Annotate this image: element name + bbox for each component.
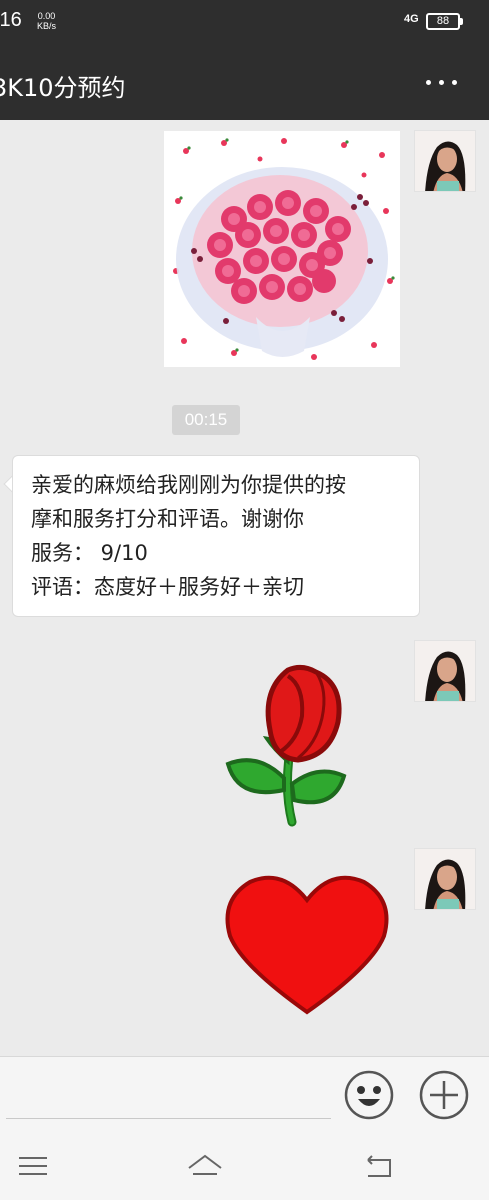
menu-icon [19, 1157, 47, 1175]
red-heart-icon[interactable] [222, 870, 392, 1020]
plus-circle-icon [419, 1070, 469, 1120]
emoji-button[interactable] [343, 1069, 395, 1121]
page-title: 3K10分预约 [0, 74, 126, 102]
chat-header: 3K10分预约 [0, 44, 489, 120]
message-line: 亲爱的麻烦给我刚刚为你提供的按 [31, 473, 346, 497]
system-nav-bar [0, 1136, 489, 1200]
battery-icon: 88 [426, 13, 460, 30]
avatar[interactable] [414, 848, 476, 910]
menu-button[interactable] [13, 1150, 53, 1184]
avatar[interactable] [414, 640, 476, 702]
message-line: 摩和服务打分和评语。谢谢你 [31, 507, 304, 531]
input-bar [0, 1056, 489, 1136]
network-type: 4G [404, 13, 419, 25]
status-time: :16 [0, 9, 22, 31]
message-line: 评语：态度好＋服务好＋亲切 [31, 575, 304, 599]
back-button[interactable] [358, 1150, 398, 1184]
home-button[interactable] [185, 1150, 225, 1184]
message-timestamp: 00:15 [172, 405, 240, 435]
chat-area[interactable]: 00:15 亲爱的麻烦给我刚刚为你提供的按 摩和服务打分和评语。谢谢你 服务： … [0, 120, 489, 1056]
status-bar: :16 0.00 KB/s 4G 88 [0, 0, 489, 44]
message-line: 服务： 9/10 [31, 541, 148, 565]
red-rose-icon[interactable] [218, 660, 358, 830]
emoji-smile-icon [344, 1070, 394, 1120]
message-input[interactable] [6, 1067, 331, 1119]
home-icon [188, 1154, 222, 1175]
network-speed: 0.00 KB/s [37, 11, 56, 31]
battery-tip [460, 18, 463, 25]
avatar[interactable] [414, 130, 476, 192]
network-speed-unit: KB/s [37, 21, 57, 31]
message-bubble[interactable]: 亲爱的麻烦给我刚刚为你提供的按 摩和服务打分和评语。谢谢你 服务： 9/10 评… [12, 455, 420, 617]
more-button[interactable] [420, 68, 464, 96]
plus-button[interactable] [418, 1069, 470, 1121]
back-icon [367, 1155, 391, 1177]
rose-bouquet-photo[interactable] [164, 131, 400, 367]
network-speed-value: 0.00 [37, 11, 56, 21]
